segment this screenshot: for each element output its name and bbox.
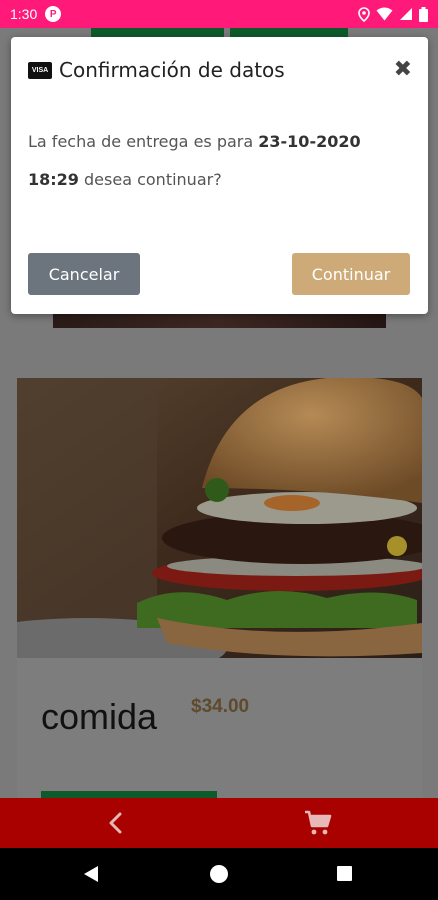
battery-icon <box>419 6 428 22</box>
close-icon[interactable]: ✖ <box>394 59 412 81</box>
nav-back-icon[interactable] <box>83 865 99 883</box>
product-image <box>17 378 422 658</box>
dialog-header: VISA Confirmación de datos ✖ <box>11 37 428 103</box>
nav-home-icon[interactable] <box>210 865 228 883</box>
product-price: $34.00 <box>191 696 250 717</box>
dialog-message: La fecha de entrega es para 23-10-2020 1… <box>28 123 413 199</box>
message-prefix: La fecha de entrega es para <box>28 132 259 151</box>
dialog-title: Confirmación de datos <box>59 58 285 82</box>
status-time: 1:30 <box>10 6 38 22</box>
credit-card-icon: VISA <box>28 61 52 79</box>
product-name: comida <box>41 696 158 737</box>
chevron-left-icon[interactable] <box>105 811 127 835</box>
confirmation-dialog: VISA Confirmación de datos ✖ La fecha de… <box>11 37 428 314</box>
system-nav-bar <box>0 848 438 900</box>
message-suffix: desea continuar? <box>78 170 222 189</box>
wifi-icon <box>376 7 393 21</box>
status-bar: 1:30 P <box>0 0 438 28</box>
product-card[interactable]: comida $34.00 <box>17 378 422 808</box>
app-screen: 1:30 P comida $34.00 VISA Confirmación d… <box>0 0 438 900</box>
continue-button[interactable]: Continuar <box>292 253 410 295</box>
signal-icon <box>400 8 412 20</box>
location-icon <box>358 6 370 22</box>
status-icons <box>358 6 428 22</box>
cancel-button[interactable]: Cancelar <box>28 253 140 295</box>
nav-recents-icon[interactable] <box>337 866 352 881</box>
app-notification-icon: P <box>45 6 62 22</box>
cart-icon[interactable] <box>304 810 332 836</box>
bottom-app-bar <box>0 798 438 848</box>
burger-image <box>17 378 422 658</box>
